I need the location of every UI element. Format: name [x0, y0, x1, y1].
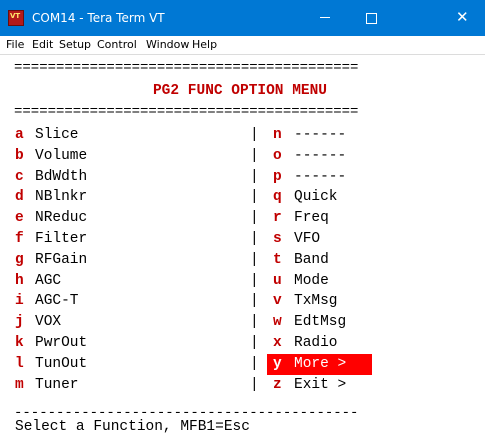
option-label[interactable]: Band: [294, 250, 329, 271]
window-title: COM14 - Tera Term VT: [32, 11, 165, 25]
double-rule-top: ========================================…: [14, 60, 359, 76]
option-key[interactable]: t: [273, 250, 287, 271]
option-key[interactable]: n: [273, 125, 287, 146]
menu-setup[interactable]: Setup: [59, 36, 91, 54]
option-key[interactable]: g: [15, 250, 29, 271]
teraterm-icon[interactable]: VT: [8, 10, 24, 26]
option-label[interactable]: ------: [294, 167, 346, 188]
option-key[interactable]: d: [15, 187, 29, 208]
menu-edit[interactable]: Edit: [32, 36, 53, 54]
option-key[interactable]: k: [15, 333, 29, 354]
option-label[interactable]: Tuner: [35, 375, 79, 396]
option-label[interactable]: TxMsg: [294, 291, 338, 312]
column-separator: |: [250, 355, 259, 372]
option-key[interactable]: m: [15, 375, 29, 396]
option-key[interactable]: j: [15, 312, 29, 333]
option-label[interactable]: More >: [294, 354, 346, 375]
column-separator: |: [250, 168, 259, 185]
column-separator: |: [250, 189, 259, 206]
column-separator: |: [250, 314, 259, 331]
column-separator: |: [250, 231, 259, 247]
option-label[interactable]: VFO: [294, 229, 320, 250]
title-bar: VT COM14 - Tera Term VT ✕: [0, 0, 485, 36]
option-label[interactable]: TunOut: [35, 354, 87, 375]
option-label[interactable]: RFGain: [35, 250, 87, 271]
option-label[interactable]: AGC: [35, 271, 61, 292]
minimize-icon: [320, 17, 330, 18]
column-separator: |: [250, 376, 259, 393]
close-icon: ✕: [456, 8, 469, 26]
option-label[interactable]: BdWdth: [35, 167, 87, 188]
option-label[interactable]: PwrOut: [35, 333, 87, 354]
option-label[interactable]: Exit >: [294, 375, 346, 396]
column-separator: |: [250, 127, 259, 143]
option-key[interactable]: y: [273, 354, 287, 375]
double-rule-bottom: ========================================…: [14, 104, 359, 120]
option-key[interactable]: r: [273, 208, 287, 229]
option-key[interactable]: s: [273, 229, 287, 250]
option-key[interactable]: h: [15, 271, 29, 292]
option-key[interactable]: z: [273, 375, 287, 396]
option-key[interactable]: i: [15, 291, 29, 312]
menu-heading: PG2 FUNC OPTION MENU: [152, 83, 328, 99]
option-key[interactable]: e: [15, 208, 29, 229]
option-label[interactable]: ------: [294, 146, 346, 167]
option-key[interactable]: b: [15, 146, 29, 167]
option-label[interactable]: Quick: [294, 187, 338, 208]
option-label[interactable]: NBlnkr: [35, 187, 87, 208]
option-label[interactable]: AGC-T: [35, 291, 79, 312]
column-separator: |: [250, 335, 259, 351]
column-separator: |: [250, 272, 259, 289]
column-separator: |: [250, 147, 259, 164]
option-key[interactable]: a: [15, 125, 29, 146]
option-label[interactable]: VOX: [35, 312, 61, 333]
prompt-line: Select a Function, MFB1=Esc: [15, 419, 250, 435]
option-label[interactable]: Radio: [294, 333, 338, 354]
option-key[interactable]: o: [273, 146, 287, 167]
maximize-icon: [366, 13, 377, 24]
menu-file[interactable]: File: [6, 36, 24, 54]
column-separator: |: [250, 210, 259, 227]
option-key[interactable]: u: [273, 271, 287, 292]
option-key[interactable]: f: [15, 229, 29, 250]
option-key[interactable]: w: [273, 312, 287, 333]
option-key[interactable]: x: [273, 333, 287, 354]
option-key[interactable]: l: [15, 354, 29, 375]
menu-bar: File Edit Setup Control Window Help: [0, 36, 485, 55]
column-separator: |: [250, 293, 259, 310]
terminal-screen[interactable]: ========================================…: [0, 55, 485, 441]
option-label[interactable]: Volume: [35, 146, 87, 167]
option-key[interactable]: v: [273, 291, 287, 312]
option-key[interactable]: q: [273, 187, 287, 208]
menu-window[interactable]: Window: [146, 36, 189, 54]
option-label[interactable]: EdtMsg: [294, 312, 346, 333]
maximize-button[interactable]: [348, 0, 394, 36]
option-label[interactable]: Freq: [294, 208, 329, 229]
option-key[interactable]: c: [15, 167, 29, 188]
option-label[interactable]: NReduc: [35, 208, 87, 229]
option-key[interactable]: p: [273, 167, 287, 188]
menu-help[interactable]: Help: [192, 36, 217, 54]
option-label[interactable]: Mode: [294, 271, 329, 292]
option-label[interactable]: Filter: [35, 229, 87, 250]
minimize-button[interactable]: [302, 0, 348, 36]
option-label[interactable]: Slice: [35, 125, 79, 146]
menu-control[interactable]: Control: [97, 36, 137, 54]
column-separator: |: [250, 251, 259, 268]
option-label[interactable]: ------: [294, 125, 346, 146]
close-button[interactable]: ✕: [439, 0, 485, 36]
